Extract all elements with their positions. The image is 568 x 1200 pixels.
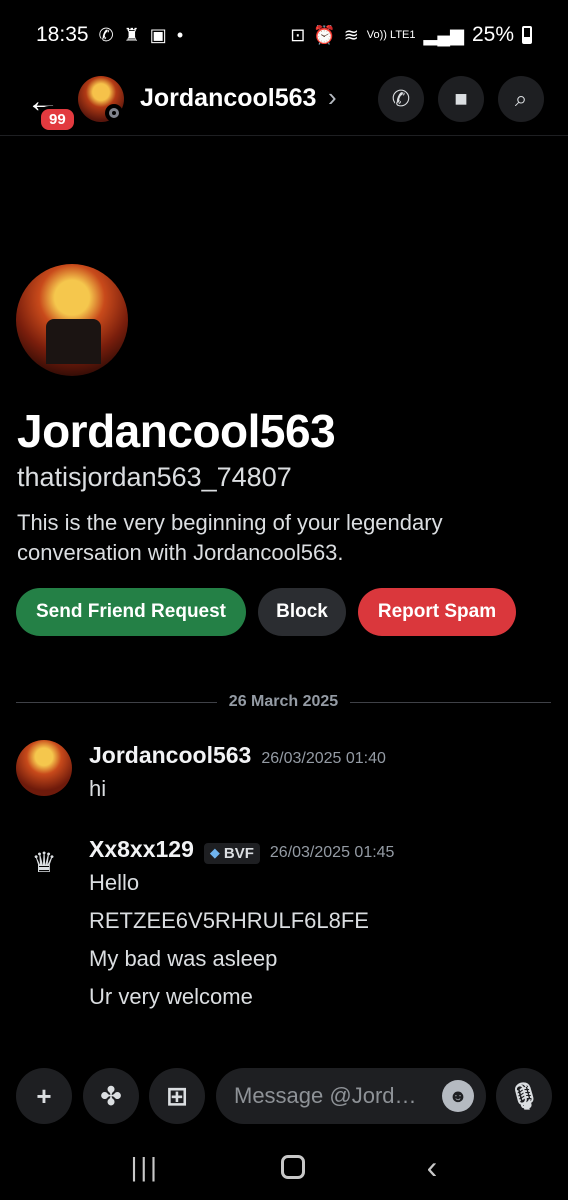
video-call-button[interactable]: ■ (438, 76, 484, 122)
battery-percent: 25% (471, 23, 514, 46)
profile-actions: Send Friend Request Block Report Spam (16, 588, 516, 636)
video-camera-icon: ■ (454, 86, 468, 111)
message-text[interactable]: Hello (89, 870, 139, 896)
message-text[interactable]: My bad was asleep (89, 946, 277, 972)
gift-icon: ⊞ (166, 1080, 188, 1111)
apps-button[interactable]: ✤ (83, 1068, 139, 1124)
message-composer: + ✤ ⊞ Message @Jordancool563 ☻ 🎙 (0, 1066, 568, 1126)
home-icon[interactable] (281, 1155, 306, 1179)
offline-status-icon (105, 104, 123, 122)
send-friend-request-button[interactable]: Send Friend Request (16, 588, 246, 636)
message-text[interactable]: RETZEE6V5RHRULF6L8FE (89, 908, 369, 934)
server-tag-label: BVF (223, 844, 254, 862)
crown-icon: ♛ (31, 846, 57, 878)
emoji-icon: ☻ (448, 1085, 468, 1106)
whatsapp-icon: ✆ (98, 25, 114, 45)
message-author[interactable]: Jordancool563 (89, 742, 251, 769)
message-input-placeholder: Message @Jordancool563 (234, 1083, 424, 1108)
battery-icon (522, 26, 532, 44)
phone-icon: ✆ (391, 86, 411, 111)
date-divider: 26 March 2025 (16, 690, 551, 714)
system-back-icon[interactable]: ‹ (427, 1149, 438, 1186)
divider-line (350, 701, 551, 703)
server-tag[interactable]: ◆ BVF (203, 842, 260, 864)
profile-display-name: Jordancool563 (17, 405, 336, 457)
report-spam-button[interactable]: Report Spam (358, 588, 516, 636)
message-timestamp: 26/03/2025 01:45 (269, 844, 395, 861)
unread-badge: 99 (38, 106, 77, 133)
voice-message-button[interactable]: 🎙 (496, 1068, 552, 1124)
status-time: 18:35 (36, 23, 89, 46)
gallery-icon: ▣ (149, 25, 167, 45)
emoji-button[interactable]: ☻ (442, 1080, 474, 1112)
message-avatar[interactable] (16, 740, 72, 796)
snapchat-icon: ♜ (123, 25, 140, 45)
conversation-intro-text: This is the very beginning of your legen… (17, 510, 443, 565)
apps-icon: ✤ (100, 1080, 122, 1111)
message-text[interactable]: Ur very welcome (89, 984, 253, 1010)
message-input[interactable]: Message @Jordancool563 ☻ (216, 1068, 486, 1124)
add-attachment-button[interactable]: + (16, 1068, 72, 1124)
conversation-header: ← 99 Jordancool563 › ✆ ■ ⌕ (0, 70, 568, 136)
message-text[interactable]: hi (89, 776, 106, 802)
signal-icon: ▂▄▆ (423, 25, 464, 45)
wifi-icon: ≋ (343, 25, 359, 45)
message-author[interactable]: Xx8xx129 (89, 836, 194, 863)
gift-button[interactable]: ⊞ (149, 1068, 205, 1124)
status-left: 18:35 ✆ ♜ ▣ • (36, 23, 183, 47)
status-bar: 18:35 ✆ ♜ ▣ • ⊡ ⏰ ≋ Vo)) LTE1 ▂▄▆ 25% (0, 0, 568, 70)
block-button[interactable]: Block (258, 588, 346, 636)
message-header: Jordancool563 26/03/2025 01:40 (89, 742, 386, 769)
search-icon: ⌕ (514, 86, 528, 111)
lock-icon: ⊡ (290, 25, 306, 45)
profile-avatar[interactable] (16, 264, 128, 376)
more-notifications-icon: • (176, 25, 184, 45)
plus-icon: + (36, 1080, 52, 1111)
recents-icon[interactable]: ||| (131, 1152, 160, 1183)
header-title[interactable]: Jordancool563 (140, 84, 316, 113)
system-navigation-bar: ||| ‹ (0, 1134, 568, 1200)
microphone-icon: 🎙 (507, 1080, 541, 1111)
chevron-right-icon[interactable]: › (328, 82, 337, 113)
message-header: Xx8xx129 ◆ BVF 26/03/2025 01:45 (89, 836, 394, 864)
divider-date: 26 March 2025 (228, 693, 339, 710)
divider-line (16, 701, 217, 703)
clan-badge-icon: ◆ (209, 845, 220, 860)
message-timestamp: 26/03/2025 01:40 (261, 750, 386, 767)
profile-username: thatisjordan563_74807 (17, 462, 292, 492)
network-label: Vo)) LTE1 (366, 28, 416, 41)
alarm-icon: ⏰ (313, 25, 336, 45)
message-avatar[interactable]: ♛ (16, 834, 72, 890)
search-button[interactable]: ⌕ (498, 76, 544, 122)
status-right: ⊡ ⏰ ≋ Vo)) LTE1 ▂▄▆ 25% (290, 23, 532, 47)
voice-call-button[interactable]: ✆ (378, 76, 424, 122)
